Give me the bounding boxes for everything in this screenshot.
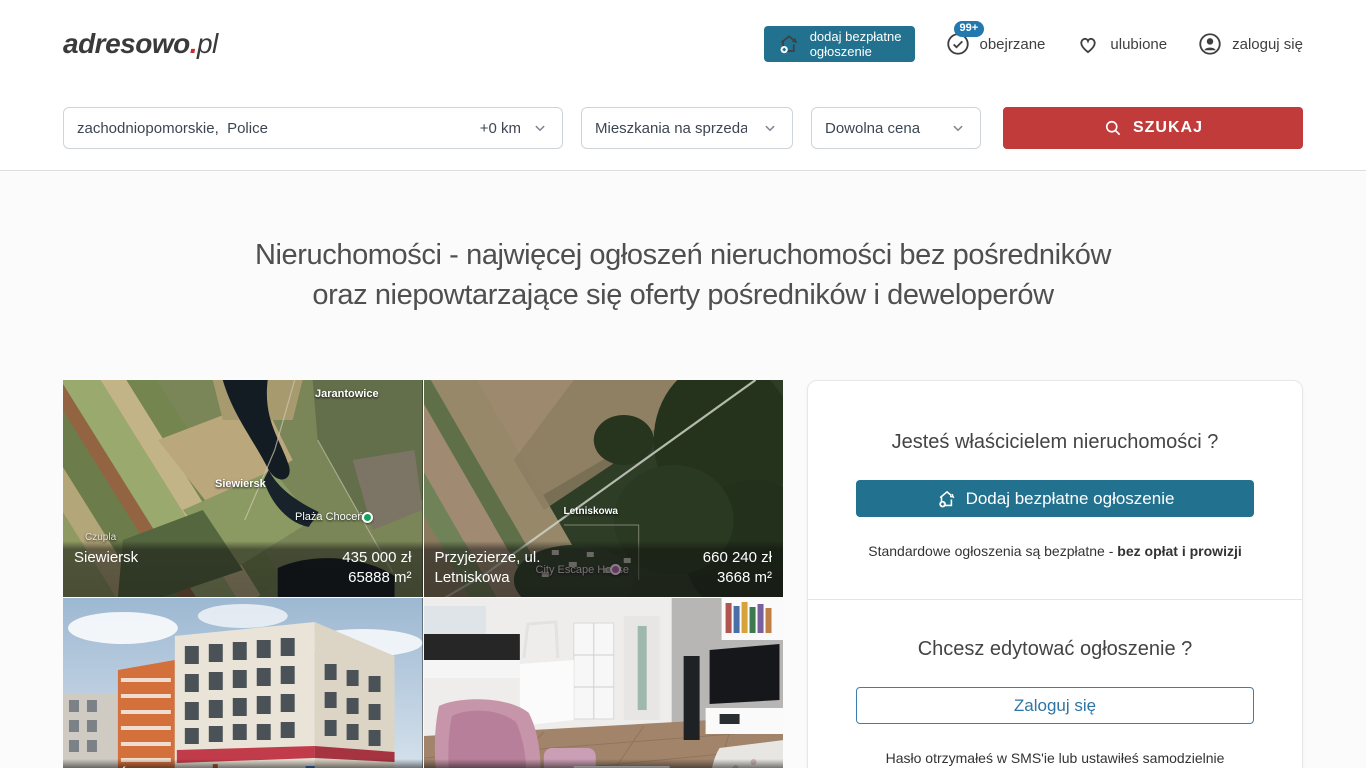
owner-heading: Jesteś właścicielem nieruchomości ?: [856, 431, 1254, 454]
edit-section: Chcesz edytować ogłoszenie ? Zaloguj się…: [808, 599, 1302, 768]
viewed-count-badge: 99+: [954, 21, 985, 37]
listing-card[interactable]: Lublin Śródmieście, ul. 545 000 zł: [63, 598, 423, 768]
location-field: +0 km: [63, 107, 563, 149]
user-circle-icon: [1197, 31, 1223, 57]
listing-overlay: Lublin Śródmieście, ul. 545 000 zł: [63, 759, 423, 768]
header-actions: dodaj bezpłatne ogłoszenie 99+ obejrzane: [764, 26, 1303, 62]
radius-select[interactable]: +0 km: [480, 119, 549, 137]
listing-card[interactable]: Letniskowa City Escape House Przyjezierz…: [424, 380, 784, 597]
search-button[interactable]: SZUKAJ: [1003, 107, 1303, 149]
listing-price: 435 000 zł: [342, 548, 411, 568]
listing-photo: [424, 598, 784, 768]
house-add-icon: [777, 32, 801, 56]
viewed-link[interactable]: 99+ obejrzane: [945, 31, 1046, 57]
add-listing-label: dodaj bezpłatne ogłoszenie: [810, 29, 902, 59]
sidebar-add-listing-label: Dodaj bezpłatne ogłoszenie: [966, 489, 1175, 509]
listings-grid: Jarantowice Siewiersk Plaża Choceń Czupl…: [63, 380, 783, 768]
search-bar: +0 km Mieszkania na sprzedaż Dowolna cen…: [0, 107, 1366, 149]
chevron-down-icon: [531, 119, 549, 137]
page-title: Nieruchomości - najwięcej ogłoszeń nieru…: [0, 235, 1366, 315]
listing-overlay: Wola Zgłobieńska 890 000 zł: [424, 759, 784, 768]
logo-name: adresowo: [63, 28, 190, 59]
check-circle-icon: 99+: [945, 31, 971, 57]
chevron-down-icon: [761, 119, 779, 137]
listing-card[interactable]: Jarantowice Siewiersk Plaża Choceń Czupl…: [63, 380, 423, 597]
listing-overlay: Przyjezierze, ul. Letniskowa 660 240 zł …: [424, 541, 784, 597]
main-content: Jarantowice Siewiersk Plaża Choceń Czupl…: [0, 380, 1366, 768]
search-button-label: SZUKAJ: [1133, 119, 1203, 137]
category-value: Mieszkania na sprzedaż: [595, 120, 747, 137]
listing-area: 65888 m²: [342, 568, 411, 588]
listing-card[interactable]: Wola Zgłobieńska 890 000 zł: [424, 598, 784, 768]
listing-price-area: 435 000 zł 65888 m²: [342, 548, 411, 588]
map-town-label: Siewiersk: [215, 478, 266, 490]
logo-dot: .: [190, 28, 197, 59]
owner-note: Standardowe ogłoszenia są bezpłatne - be…: [856, 543, 1254, 559]
house-add-icon: [936, 488, 958, 510]
sidebar-login-button[interactable]: Zaloguj się: [856, 687, 1254, 724]
logo-tld: pl: [197, 28, 218, 59]
price-value: Dowolna cena: [825, 120, 920, 137]
listing-name: Przyjezierze, ul. Letniskowa: [435, 548, 541, 588]
listing-price: 660 240 zł: [703, 548, 772, 568]
listing-overlay: Siewiersk 435 000 zł 65888 m²: [63, 541, 423, 597]
favorites-label: ulubione: [1110, 36, 1167, 53]
login-link[interactable]: zaloguj się: [1197, 31, 1303, 57]
listing-area: 3668 m²: [703, 568, 772, 588]
sidebar: Jesteś właścicielem nieruchomości ? Doda…: [807, 380, 1303, 768]
listing-name: Siewiersk: [74, 548, 138, 588]
map-town-label: Jarantowice: [315, 388, 379, 400]
chevron-down-icon: [949, 119, 967, 137]
sidebar-add-listing-button[interactable]: Dodaj bezpłatne ogłoszenie: [856, 480, 1254, 517]
listing-photo: [63, 598, 423, 768]
header: adresowo.pl dodaj bezpłatne ogłoszenie: [0, 0, 1366, 88]
listing-price-area: 660 240 zł 3668 m²: [703, 548, 772, 588]
top-section: adresowo.pl dodaj bezpłatne ogłoszenie: [0, 0, 1366, 171]
search-icon: [1103, 118, 1123, 138]
owner-section: Jesteś właścicielem nieruchomości ? Doda…: [808, 381, 1302, 599]
sidebar-login-label: Zaloguj się: [1014, 696, 1096, 716]
logo[interactable]: adresowo.pl: [63, 28, 218, 60]
add-listing-button[interactable]: dodaj bezpłatne ogłoszenie: [764, 26, 915, 62]
map-poi-label: Plaża Choceń: [295, 511, 364, 523]
viewed-label: obejrzane: [980, 36, 1046, 53]
radius-value: +0 km: [480, 120, 521, 137]
map-pin-icon: [362, 512, 373, 523]
edit-heading: Chcesz edytować ogłoszenie ?: [856, 638, 1254, 661]
favorites-link[interactable]: ulubione: [1075, 31, 1167, 57]
category-select[interactable]: Mieszkania na sprzedaż: [581, 107, 793, 149]
location-input[interactable]: [77, 120, 480, 137]
heart-icon: [1075, 31, 1101, 57]
login-label: zaloguj się: [1232, 36, 1303, 53]
map-street-label: Letniskowa: [564, 506, 618, 517]
hero: Nieruchomości - najwięcej ogłoszeń nieru…: [0, 235, 1366, 315]
edit-note: Hasło otrzymałeś w SMS'ie lub ustawiłeś …: [856, 750, 1254, 766]
price-select[interactable]: Dowolna cena: [811, 107, 981, 149]
